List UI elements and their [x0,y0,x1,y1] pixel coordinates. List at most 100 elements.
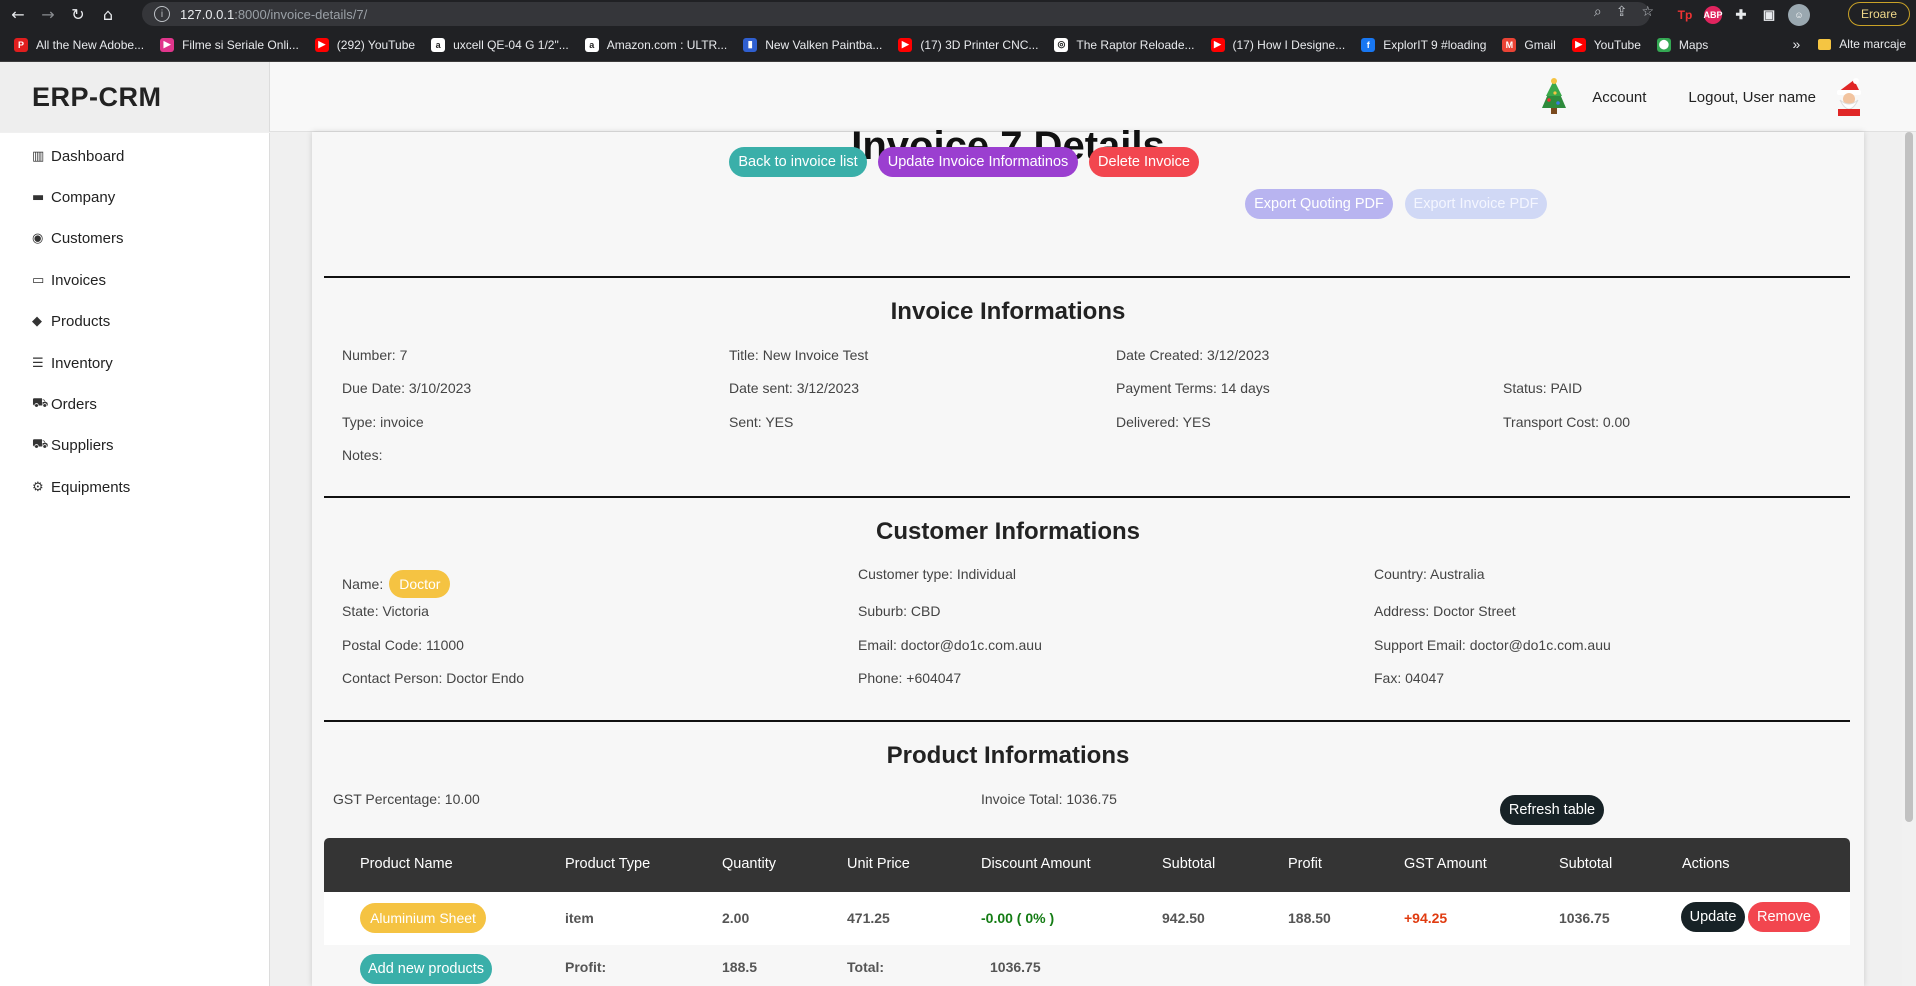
forward-arrow-icon[interactable]: → [36,2,60,26]
back-arrow-icon[interactable]: ← [6,2,30,26]
bookmark-item[interactable]: ◎ The Raptor Reloade... [1054,37,1195,52]
sidebar-item-dashboard[interactable]: ▥ Dashboard [32,148,124,165]
invoice-delivered: Delivered: YES [1116,414,1211,430]
share-icon[interactable]: ⇪ [1616,4,1628,20]
customer-section-title: Customer Informations [875,518,1141,545]
subtotal-gst-cell: 1036.75 [1559,910,1610,926]
refresh-table-button[interactable]: Refresh table [1500,795,1604,825]
profile-avatar-icon[interactable]: ☺ [1788,4,1810,26]
bookmark-favicon-icon: ▶ [898,37,913,52]
bookmark-item[interactable]: ▮ New Valken Paintba... [743,37,882,52]
column-header: Actions [1682,856,1730,872]
customer-fax: Fax: 04047 [1374,670,1445,686]
sidebar-item-orders[interactable]: ⛟ Orders [32,396,97,413]
account-link[interactable]: Account [1592,89,1646,106]
bookmark-label: Maps [1678,37,1709,52]
bookmark-item[interactable]: P All the New Adobe... [14,37,145,52]
logout-link[interactable]: Logout, User name [1688,89,1816,106]
invoice-sent: Sent: YES [729,414,794,430]
bookmark-item[interactable]: ▶ (17) 3D Printer CNC... [898,37,1038,52]
sidebar-item-label: Equipments [51,479,131,496]
sidebar-item-label: Company [51,189,116,206]
sidebar-item-customers[interactable]: ◉ Customers [32,230,124,247]
sidebar-item-products[interactable]: ◆ Products [32,313,110,330]
bookmark-item[interactable]: f ExplorIT 9 #loading [1361,37,1486,52]
bookmark-item[interactable]: a uxcell QE-04 G 1/2"... [431,37,569,52]
customer-name-badge[interactable]: Doctor [389,570,451,598]
bookmark-favicon-icon: ⬤ [1656,37,1671,52]
star-icon[interactable]: ☆ [1641,4,1654,20]
update-invoice-button[interactable]: Update Invoice Informatinos [878,147,1078,177]
invoice-section-title: Invoice Informations [890,298,1126,325]
bookmark-favicon-icon: f [1361,37,1376,52]
profit-total-value: 188.5 [722,959,758,975]
bookmark-item[interactable]: M Gmail [1502,37,1556,52]
adblock-extension-icon[interactable]: ABP [1704,6,1723,24]
invoice-title: Title: New Invoice Test [729,347,869,363]
back-to-invoice-list-button[interactable]: Back to invoice list [729,147,867,177]
bookmark-label: All the New Adobe... [36,37,145,52]
bookmark-favicon-icon: ▶ [1571,37,1586,52]
discount-cell: -0.00 ( 0% ) [981,910,1055,926]
bookmark-label: Filme si Seriale Onli... [182,37,299,52]
invoice-due-date: Due Date: 3/10/2023 [342,380,472,396]
sidebar-item-company[interactable]: ▬ Company [32,189,115,206]
bookmark-item[interactable]: ▶ (17) How I Designe... [1210,37,1346,52]
invoice-type: Type: invoice [342,414,424,430]
add-new-products-button[interactable]: Add new products [360,954,492,984]
sidebar-item-invoices[interactable]: ▭ Invoices [32,272,106,289]
home-icon[interactable]: ⌂ [96,2,120,26]
truck-icon: ⛟ [32,437,49,452]
bookmark-item[interactable]: ▶ YouTube [1571,37,1641,52]
bookmark-favicon-icon: ◎ [1054,37,1069,52]
scrollbar-thumb[interactable] [1905,132,1913,822]
brand-logo[interactable]: ERP-CRM [0,62,270,132]
invoice-status: Status: PAID [1503,380,1583,396]
bookmark-item[interactable]: ⬤ Maps [1656,37,1709,52]
customer-contact-person: Contact Person: Doctor Endo [342,670,525,686]
bookmark-favicon-icon: ▶ [160,37,175,52]
sidebar-item-suppliers[interactable]: ⛟ Suppliers [32,437,114,454]
reload-icon[interactable]: ↻ [66,2,90,26]
column-header: Subtotal [1162,856,1216,872]
column-header: Profit [1288,856,1322,872]
sidebar-item-label: Dashboard [51,148,125,165]
bookmark-label: (17) How I Designe... [1232,37,1346,52]
sidebar-item-label: Orders [51,396,97,413]
column-header: Discount Amount [981,856,1091,872]
puzzle-icon[interactable]: ✚ [1732,6,1750,24]
address-bar[interactable]: i 127.0.0.1:8000/invoice-details/7/ [142,2,1650,26]
bookmark-favicon-icon: P [14,37,28,52]
update-product-button[interactable]: Update [1681,902,1745,932]
zoom-icon[interactable]: ⌕ [1594,4,1602,20]
invoice-number: Number: 7 [342,347,408,363]
sidepanel-icon[interactable]: ▣ [1760,6,1778,24]
bookmark-label: uxcell QE-04 G 1/2"... [453,37,569,52]
folder-icon: ▬ [32,190,45,205]
sidebar-item-equipments[interactable]: ⚙ Equipments [32,479,130,496]
delete-invoice-button[interactable]: Delete Invoice [1089,147,1199,177]
more-bookmarks-icon[interactable]: » [1793,36,1801,52]
export-quoting-pdf-button[interactable]: Export Quoting PDF [1245,189,1393,219]
tp-extension-icon[interactable]: Tp [1676,6,1694,24]
url-host: 127.0.0.1 [180,6,235,22]
page-scrollbar[interactable] [1902,132,1916,986]
remove-product-button[interactable]: Remove [1748,902,1820,932]
export-invoice-pdf-button[interactable]: Export Invoice PDF [1405,189,1547,219]
bookmark-item[interactable]: ▶ Filme si Seriale Onli... [160,37,299,52]
app-header: ERP-CRM Account Logout, User name [0,62,1916,132]
sidebar-item-label: Customers [51,230,124,247]
column-header: Product Name [360,856,453,872]
bookmark-item[interactable]: a Amazon.com : ULTR... [584,37,727,52]
santa-avatar-icon[interactable] [1832,78,1866,116]
product-name-badge[interactable]: Aluminium Sheet [360,903,486,933]
bookmark-label: YouTube [1593,37,1641,52]
other-bookmarks[interactable]: Alte marcaje [1839,37,1906,51]
invoice-total: Invoice Total: 1036.75 [981,791,1117,807]
bookmark-item[interactable]: ▶ (292) YouTube [314,37,415,52]
customer-name-field: Name: Doctor [342,570,451,598]
sidebar-item-inventory[interactable]: ☰ Inventory [32,355,113,372]
site-info-icon[interactable]: i [154,6,170,22]
profile-error-button[interactable]: Eroare [1847,2,1910,26]
bookmark-favicon-icon: ▶ [314,37,329,52]
